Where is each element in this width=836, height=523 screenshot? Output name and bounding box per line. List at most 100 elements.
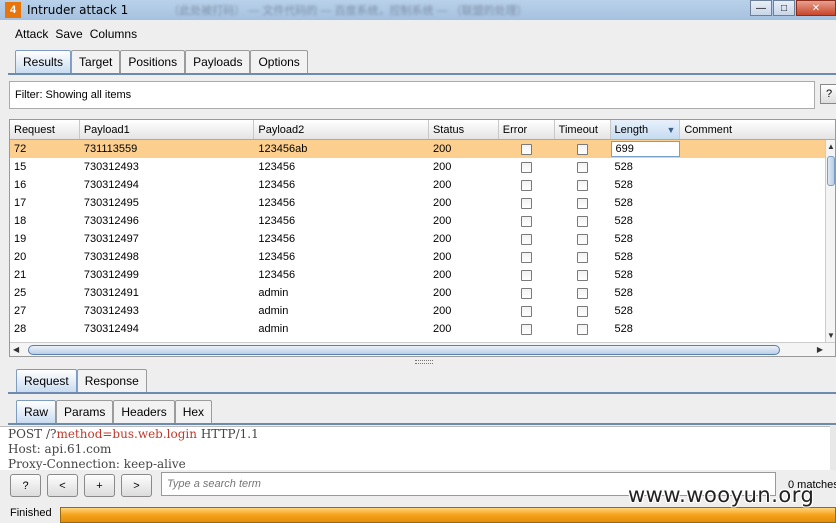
search-help-button[interactable]: ? [10,474,41,497]
cell-length: 528 [614,251,633,263]
cell-error [499,230,555,248]
table-row[interactable]: 18 730312496 123456 200 528 [10,212,835,230]
tab-headers[interactable]: Headers [113,400,175,423]
timeout-checkbox[interactable] [577,179,589,191]
editor-scrollbar[interactable] [830,426,836,470]
timeout-checkbox[interactable] [577,197,589,209]
tab-payloads[interactable]: Payloads [185,50,251,73]
table-row[interactable]: 27 730312493 admin 200 528 [10,302,835,320]
scroll-up-icon[interactable]: ▲ [827,142,835,151]
tab-hex[interactable]: Hex [174,400,213,423]
timeout-checkbox[interactable] [577,233,589,245]
timeout-checkbox[interactable] [577,323,589,335]
menu-attack[interactable]: Attack [15,27,48,41]
tab-results[interactable]: Results [15,50,72,73]
cell-payload2: admin [258,305,289,317]
column-header-error[interactable]: Error [499,120,555,139]
menu-bar: Attack Save Columns [0,24,836,44]
request-query-param: method=bus.web.login [56,427,197,441]
error-checkbox[interactable] [521,197,533,209]
cell-payload1: 730312493 [83,161,139,173]
cell-payload1: 730312493 [83,305,139,317]
menu-save[interactable]: Save [55,27,82,41]
tab-response[interactable]: Response [76,369,147,392]
error-checkbox[interactable] [521,287,533,299]
scroll-down-icon[interactable]: ▼ [827,331,835,340]
table-row[interactable]: 20 730312498 123456 200 528 [10,248,835,266]
table-row[interactable]: 72 731113559 123456ab 200 699 [10,140,835,158]
timeout-checkbox[interactable] [577,305,589,317]
scroll-right-icon[interactable]: ▶ [817,345,823,354]
cell-timeout [555,176,611,194]
column-header-payload2[interactable]: Payload2 [254,120,429,139]
cell-status: 200 [432,179,452,191]
timeout-checkbox[interactable] [577,161,589,173]
menu-columns[interactable]: Columns [90,27,137,41]
cell-error [499,248,555,266]
cell-length: 528 [614,161,633,173]
scroll-left-icon[interactable]: ◀ [13,345,19,354]
error-checkbox[interactable] [521,233,533,245]
table-row[interactable]: 19 730312497 123456 200 528 [10,230,835,248]
cell-request: 15 [14,161,27,173]
timeout-checkbox[interactable] [577,215,589,227]
cell-error [499,266,555,284]
tab-target[interactable]: Target [71,50,121,73]
tab-positions[interactable]: Positions [120,50,186,73]
search-add-button[interactable]: + [84,474,115,497]
cell-payload1: 730312495 [83,197,139,209]
table-row[interactable]: 15 730312493 123456 200 528 [10,158,835,176]
table-row[interactable]: 17 730312495 123456 200 528 [10,194,835,212]
error-checkbox[interactable] [521,161,533,173]
window-title: Intruder attack 1 [27,3,129,17]
table-vertical-scrollbar[interactable]: ▲ ▼ [825,140,835,342]
cell-status: 200 [432,269,452,281]
column-header-comment[interactable]: Comment [680,120,835,139]
length-header-label: Length [614,123,649,136]
tab-options[interactable]: Options [250,50,308,73]
title-bar: 4 Intruder attack 1 （此处被打码） — 文件代码的 — 百度… [0,0,836,20]
column-header-status[interactable]: Status [429,120,499,139]
timeout-checkbox[interactable] [577,251,589,263]
column-header-timeout[interactable]: Timeout [555,120,611,139]
error-checkbox[interactable] [521,143,533,155]
table-body: 72 731113559 123456ab 200 699 15 730312493 1234… [10,140,835,338]
timeout-checkbox[interactable] [577,287,589,299]
tab-params[interactable]: Params [56,400,114,423]
filter-help-button[interactable]: ? [820,84,836,104]
search-next-button[interactable]: > [121,474,152,497]
timeout-checkbox[interactable] [577,269,589,281]
column-header-length[interactable]: Length ▼ [610,120,681,139]
maximize-button[interactable]: □ [773,0,795,16]
minimize-button[interactable]: — [750,0,772,16]
host-header-line: Host: api.61.com [8,442,112,456]
error-checkbox[interactable] [521,269,533,281]
cell-error [499,194,555,212]
column-header-request[interactable]: Request [10,120,80,139]
cell-request: 20 [14,251,27,263]
close-button[interactable]: ✕ [796,0,836,16]
table-row[interactable]: 25 730312491 admin 200 528 [10,284,835,302]
cell-payload2: 123456 [258,161,296,173]
split-pane-handle[interactable] [415,360,433,364]
error-checkbox[interactable] [521,305,533,317]
table-horizontal-scrollbar[interactable]: ◀ ▶ [10,342,835,356]
column-header-payload1[interactable]: Payload1 [80,120,255,139]
filter-bar[interactable]: Filter: Showing all items [9,81,815,109]
table-row[interactable]: 21 730312499 123456 200 528 [10,266,835,284]
cell-payload2: 123456 [258,251,296,263]
error-checkbox[interactable] [521,251,533,263]
error-checkbox[interactable] [521,323,533,335]
vertical-scroll-thumb[interactable] [827,156,835,186]
table-row[interactable]: 16 730312494 123456 200 528 [10,176,835,194]
raw-request-editor[interactable]: POST /?method=bus.web.login HTTP/1.1 Hos… [0,426,830,470]
error-checkbox[interactable] [521,179,533,191]
error-checkbox[interactable] [521,215,533,227]
search-previous-button[interactable]: < [47,474,78,497]
tab-request[interactable]: Request [16,369,77,392]
timeout-checkbox[interactable] [577,143,589,155]
horizontal-scroll-thumb[interactable] [28,345,780,355]
request-line: POST /?method=bus.web.login HTTP/1.1 [8,427,830,442]
table-row[interactable]: 28 730312494 admin 200 528 [10,320,835,338]
tab-raw[interactable]: Raw [16,400,57,423]
